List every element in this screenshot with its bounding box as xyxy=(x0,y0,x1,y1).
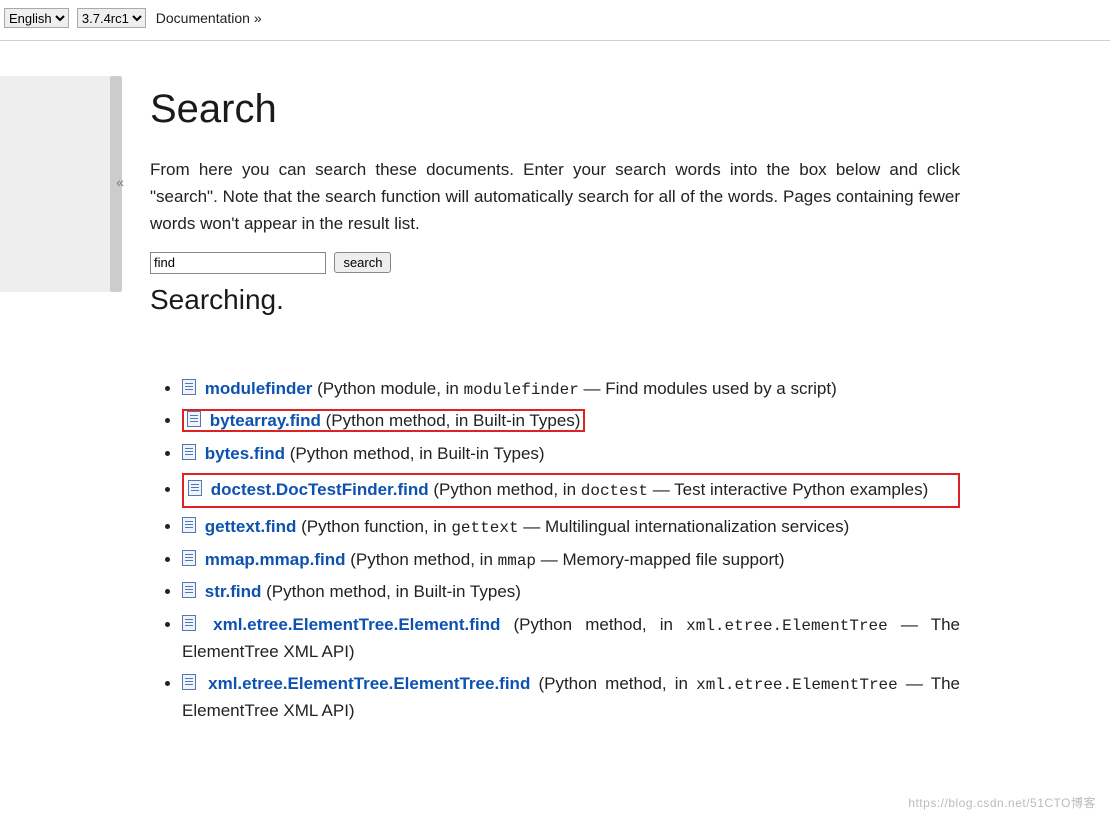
result-desc: (Python method, in Built-in Types) xyxy=(321,411,581,430)
result-row: bytearray.find (Python method, in Built-… xyxy=(182,409,585,432)
search-button[interactable]: search xyxy=(334,252,391,273)
result-row: xml.etree.ElementTree.Element.find (Pyth… xyxy=(182,615,960,661)
result-desc: (Python method, in Built-in Types) xyxy=(261,582,521,601)
result-desc: (Python function, in xyxy=(296,517,451,536)
result-link[interactable]: mmap.mmap.find xyxy=(205,550,346,569)
result-module-name: xml.etree.ElementTree xyxy=(696,676,898,694)
document-icon xyxy=(182,582,196,598)
result-row: bytes.find (Python method, in Built-in T… xyxy=(182,444,545,463)
result-link[interactable]: str.find xyxy=(205,582,262,601)
result-link[interactable]: gettext.find xyxy=(205,517,297,536)
result-row: xml.etree.ElementTree.ElementTree.find (… xyxy=(182,674,960,720)
document-icon xyxy=(188,480,202,496)
search-results-list: modulefinder (Python module, in modulefi… xyxy=(150,376,960,725)
search-status: Searching. xyxy=(150,284,960,316)
document-icon xyxy=(182,379,196,395)
result-link[interactable]: modulefinder xyxy=(205,379,313,398)
result-desc-suffix: — Find modules used by a script) xyxy=(579,379,837,398)
document-icon xyxy=(187,411,201,427)
result-item: mmap.mmap.find (Python method, in mmap —… xyxy=(182,547,960,574)
result-module-name: mmap xyxy=(498,552,536,570)
result-module-name: modulefinder xyxy=(464,381,579,399)
sidebar-body xyxy=(0,76,110,292)
result-link[interactable]: xml.etree.ElementTree.Element.find xyxy=(213,615,500,634)
result-item: bytes.find (Python method, in Built-in T… xyxy=(182,441,960,467)
document-icon xyxy=(182,674,196,690)
result-desc: (Python method, in xyxy=(345,550,497,569)
result-item: xml.etree.ElementTree.ElementTree.find (… xyxy=(182,671,960,724)
result-module-name: doctest xyxy=(581,482,648,500)
result-item: modulefinder (Python module, in modulefi… xyxy=(182,376,960,403)
result-item: doctest.DocTestFinder.find (Python metho… xyxy=(182,473,960,508)
documentation-link[interactable]: Documentation » xyxy=(156,10,262,26)
watermark-text: https://blog.csdn.net/51CTO博客 xyxy=(908,794,1096,811)
document-icon xyxy=(182,517,196,533)
result-link[interactable]: bytearray.find xyxy=(210,411,321,430)
result-desc: (Python module, in xyxy=(312,379,463,398)
result-item: str.find (Python method, in Built-in Typ… xyxy=(182,579,960,605)
result-desc: (Python method, in Built-in Types) xyxy=(285,444,545,463)
sidebar-collapse-icon[interactable]: « xyxy=(116,174,124,190)
search-input[interactable] xyxy=(150,252,326,274)
result-desc-suffix: — Multilingual internationalization serv… xyxy=(519,517,850,536)
language-select[interactable]: English xyxy=(4,8,69,28)
search-form: search xyxy=(150,252,960,274)
result-item: gettext.find (Python function, in gettex… xyxy=(182,514,960,541)
result-desc-suffix: — Memory-mapped file support) xyxy=(536,550,784,569)
result-link[interactable]: doctest.DocTestFinder.find xyxy=(211,480,429,499)
result-row: mmap.mmap.find (Python method, in mmap —… xyxy=(182,550,785,569)
document-icon xyxy=(182,444,196,460)
result-row: modulefinder (Python module, in modulefi… xyxy=(182,379,837,398)
page-title: Search xyxy=(150,87,960,132)
result-item: xml.etree.ElementTree.Element.find (Pyth… xyxy=(182,612,960,665)
document-icon xyxy=(182,615,196,631)
result-desc-suffix: — Test interactive Python examples) xyxy=(648,480,928,499)
result-item: bytearray.find (Python method, in Built-… xyxy=(182,408,960,434)
document-icon xyxy=(182,550,196,566)
result-desc: (Python method, in xyxy=(429,480,581,499)
result-row: doctest.DocTestFinder.find (Python metho… xyxy=(182,473,960,508)
result-row: gettext.find (Python function, in gettex… xyxy=(182,517,849,536)
result-row: str.find (Python method, in Built-in Typ… xyxy=(182,582,521,601)
result-module-name: gettext xyxy=(451,519,518,537)
top-related-bar: English 3.7.4rc1 Documentation » xyxy=(0,0,1110,41)
sidebar: « xyxy=(0,76,122,292)
result-link[interactable]: xml.etree.ElementTree.ElementTree.find xyxy=(208,674,530,693)
search-intro-text: From here you can search these documents… xyxy=(150,156,960,238)
result-link[interactable]: bytes.find xyxy=(205,444,285,463)
result-module-name: xml.etree.ElementTree xyxy=(686,617,888,635)
version-select[interactable]: 3.7.4rc1 xyxy=(77,8,146,28)
result-desc: (Python method, in xyxy=(530,674,696,693)
main-document: Search From here you can search these do… xyxy=(150,41,960,724)
result-desc: (Python method, in xyxy=(500,615,686,634)
